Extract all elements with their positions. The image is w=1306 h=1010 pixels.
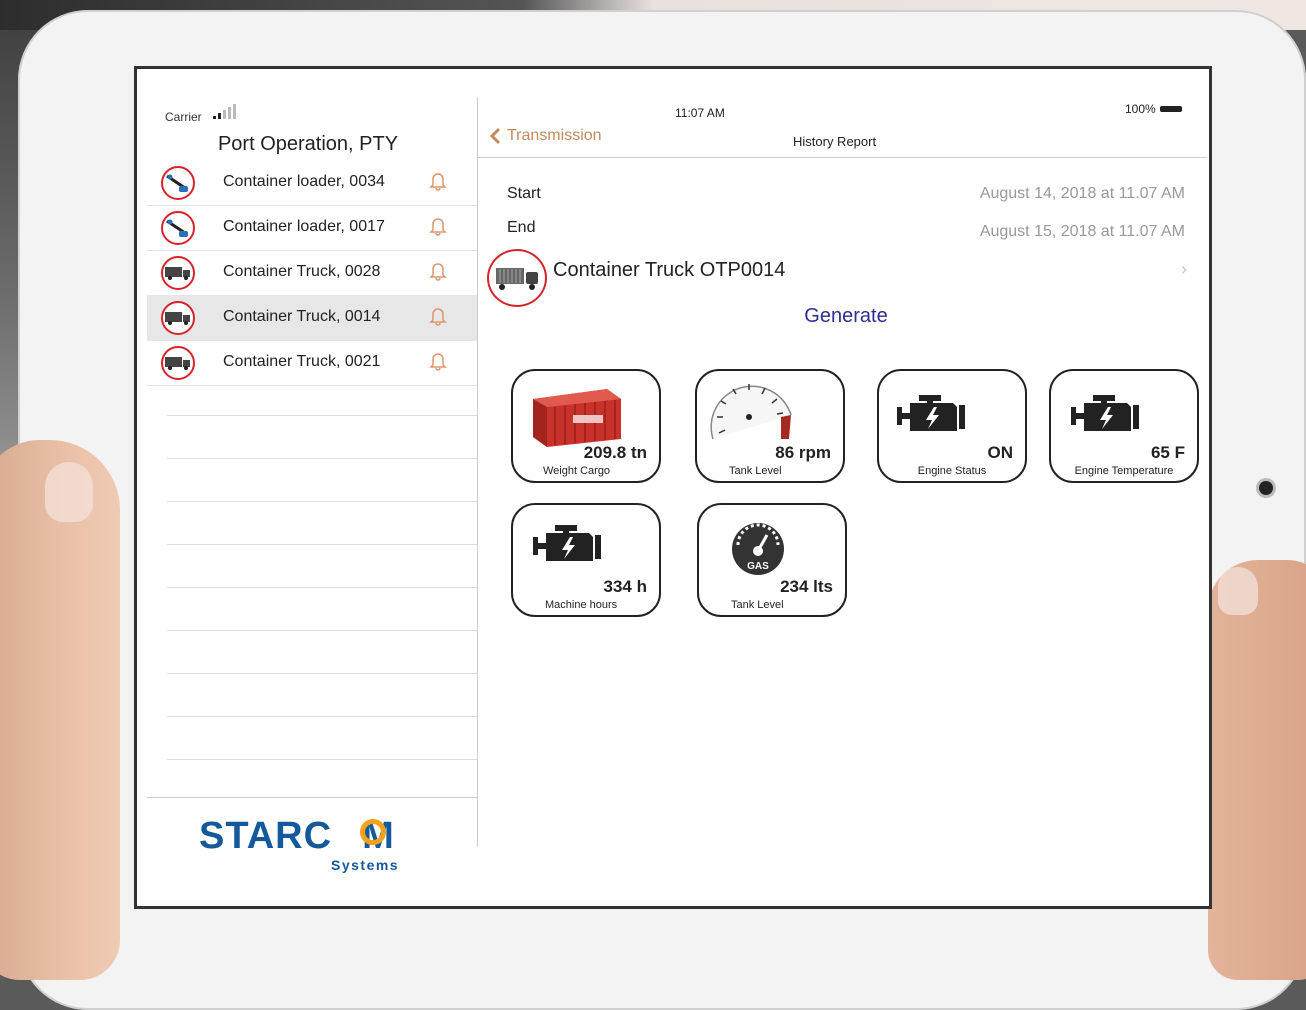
truck-icon bbox=[161, 256, 195, 290]
front-camera bbox=[1259, 481, 1273, 495]
gas-label: GAS bbox=[747, 561, 769, 572]
shipping-container-icon bbox=[533, 389, 621, 447]
engine-icon bbox=[533, 525, 601, 561]
chevron-left-icon bbox=[489, 127, 501, 145]
end-label: End bbox=[507, 219, 536, 236]
tile-label: Machine hours bbox=[545, 599, 618, 611]
gas-gauge-icon: GAS bbox=[732, 523, 784, 575]
app-screen: Carrier Port Operation, PTY Container lo… bbox=[134, 66, 1212, 909]
bell-icon[interactable] bbox=[429, 216, 447, 236]
right-thumbnail bbox=[1218, 567, 1258, 615]
engine-icon bbox=[897, 395, 965, 431]
nav-divider bbox=[477, 157, 1207, 158]
generate-button[interactable]: Generate bbox=[541, 305, 1151, 328]
list-divider bbox=[167, 759, 477, 760]
list-divider bbox=[167, 544, 477, 545]
list-divider bbox=[167, 415, 477, 416]
start-label: Start bbox=[507, 185, 541, 202]
tile-rpm[interactable]: 86 rpm Tank Level bbox=[695, 369, 845, 483]
tile-fuel-level[interactable]: GAS 234 lts Tank Level bbox=[697, 503, 847, 617]
list-divider bbox=[167, 716, 477, 717]
engine-icon bbox=[1071, 395, 1139, 431]
sidebar-title: Port Operation, PTY bbox=[217, 133, 399, 155]
report-panel: 11:07 AM 100% Transmission History Repor… bbox=[477, 97, 1207, 897]
battery-indicator: 100% bbox=[1125, 102, 1182, 116]
tile-label: Tank Level bbox=[731, 599, 784, 611]
right-thumb bbox=[1208, 560, 1306, 980]
tile-value: ON bbox=[987, 443, 1014, 462]
tile-label: Engine Status bbox=[917, 465, 987, 477]
bell-icon[interactable] bbox=[429, 171, 447, 191]
bell-icon[interactable] bbox=[429, 261, 447, 281]
tile-value: 86 rpm bbox=[775, 443, 831, 462]
list-item-label: Container loader, 0034 bbox=[223, 173, 385, 190]
logo-o-ring bbox=[360, 819, 386, 845]
vehicle-name: Container Truck OTP0014 bbox=[553, 259, 786, 281]
list-item-label: Container Truck, 0028 bbox=[223, 263, 381, 280]
tile-value: 65 F bbox=[1150, 443, 1185, 462]
list-item-truck-0028[interactable]: Container Truck, 0028 bbox=[147, 251, 477, 296]
bell-icon[interactable] bbox=[429, 306, 447, 326]
list-divider bbox=[167, 501, 477, 502]
tile-label: Tank Level bbox=[729, 465, 782, 477]
chevron-right-icon: › bbox=[1181, 259, 1187, 279]
tile-value: 334 h bbox=[603, 577, 647, 596]
truck-icon bbox=[161, 301, 195, 335]
sidebar: Carrier Port Operation, PTY Container lo… bbox=[147, 97, 478, 893]
tile-engine-temperature[interactable]: 65 F Engine Temperature bbox=[1049, 369, 1199, 483]
truck-icon bbox=[161, 346, 195, 380]
tile-label: Engine Temperature bbox=[1074, 465, 1174, 477]
back-button-label: Transmission bbox=[507, 127, 602, 144]
page-title: History Report bbox=[793, 134, 877, 149]
list-item-truck-0014[interactable]: Container Truck, 0014 bbox=[147, 296, 477, 341]
truck-icon bbox=[487, 249, 547, 307]
tile-value: 234 lts bbox=[780, 577, 833, 596]
list-item-loader-0034[interactable]: Container loader, 0034 bbox=[147, 161, 477, 206]
list-item-loader-0017[interactable]: Container loader, 0017 bbox=[147, 206, 477, 251]
loader-icon bbox=[161, 166, 195, 200]
loader-icon bbox=[161, 211, 195, 245]
status-time: 11:07 AM bbox=[675, 106, 725, 120]
list-item-label: Container Truck, 0021 bbox=[223, 353, 381, 370]
list-divider bbox=[167, 458, 477, 459]
starcom-logo: STARC M Systems bbox=[193, 803, 433, 893]
tile-engine-status[interactable]: ON Engine Status bbox=[877, 369, 1027, 483]
vehicle-list: Container loader, 0034 Container loader,… bbox=[147, 161, 477, 386]
left-thumbnail bbox=[45, 462, 93, 522]
tile-label: Weight Cargo bbox=[543, 465, 611, 477]
signal-icon bbox=[213, 104, 236, 119]
start-date-value[interactable]: August 14, 2018 at 11.07 AM bbox=[980, 185, 1185, 203]
carrier-label: Carrier bbox=[165, 110, 202, 124]
tile-weight-cargo[interactable]: 209.8 tn Weight Cargo bbox=[511, 369, 661, 483]
tile-machine-hours[interactable]: 334 h Machine hours bbox=[511, 503, 661, 617]
list-divider bbox=[167, 630, 477, 631]
list-divider bbox=[167, 587, 477, 588]
battery-icon bbox=[1159, 106, 1182, 112]
battery-percent: 100% bbox=[1125, 102, 1156, 116]
list-item-truck-0021[interactable]: Container Truck, 0021 bbox=[147, 341, 477, 386]
tile-value: 209.8 tn bbox=[583, 443, 647, 462]
list-divider bbox=[147, 797, 477, 798]
end-date-value[interactable]: August 15, 2018 at 11.07 AM bbox=[980, 223, 1185, 241]
vehicle-selector[interactable]: Container Truck OTP0014 › bbox=[487, 249, 1187, 307]
list-divider bbox=[167, 673, 477, 674]
tachometer-icon bbox=[710, 384, 792, 440]
list-item-label: Container loader, 0017 bbox=[223, 218, 385, 235]
logo-subtext: Systems bbox=[331, 857, 400, 873]
bell-icon[interactable] bbox=[429, 351, 447, 371]
list-item-label: Container Truck, 0014 bbox=[223, 308, 381, 325]
back-button[interactable]: Transmission bbox=[489, 127, 602, 145]
